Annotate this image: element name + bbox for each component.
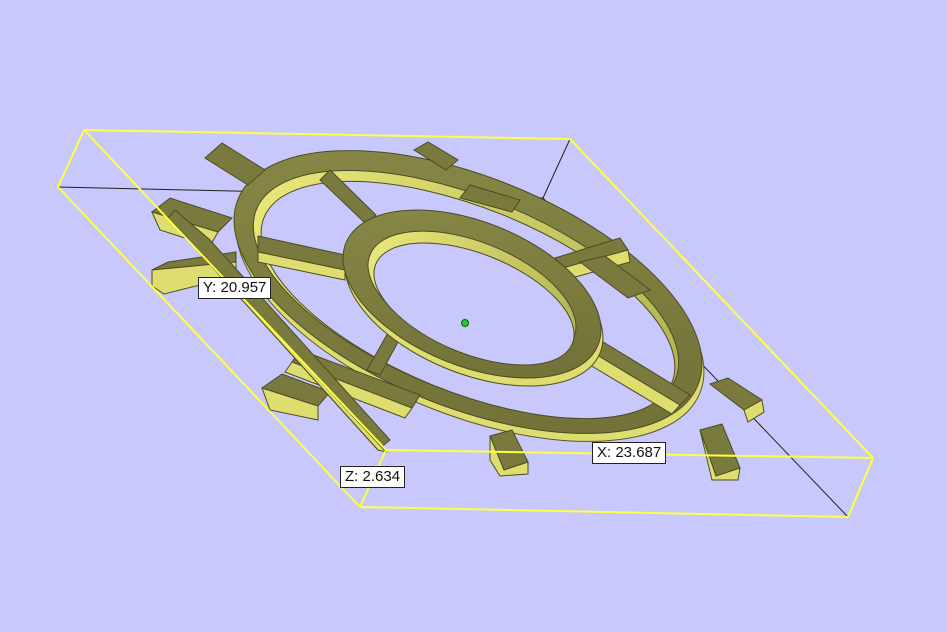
origin-marker — [461, 319, 469, 327]
x-dimension-label: X: 23.687 — [592, 442, 667, 464]
3d-viewport[interactable]: Y: 20.957 X: 23.687 Z: 2.634 — [0, 0, 947, 632]
z-dimension-label: Z: 2.634 — [340, 466, 406, 488]
y-dimension-label: Y: 20.957 — [198, 277, 272, 299]
scene-canvas[interactable] — [0, 0, 947, 632]
